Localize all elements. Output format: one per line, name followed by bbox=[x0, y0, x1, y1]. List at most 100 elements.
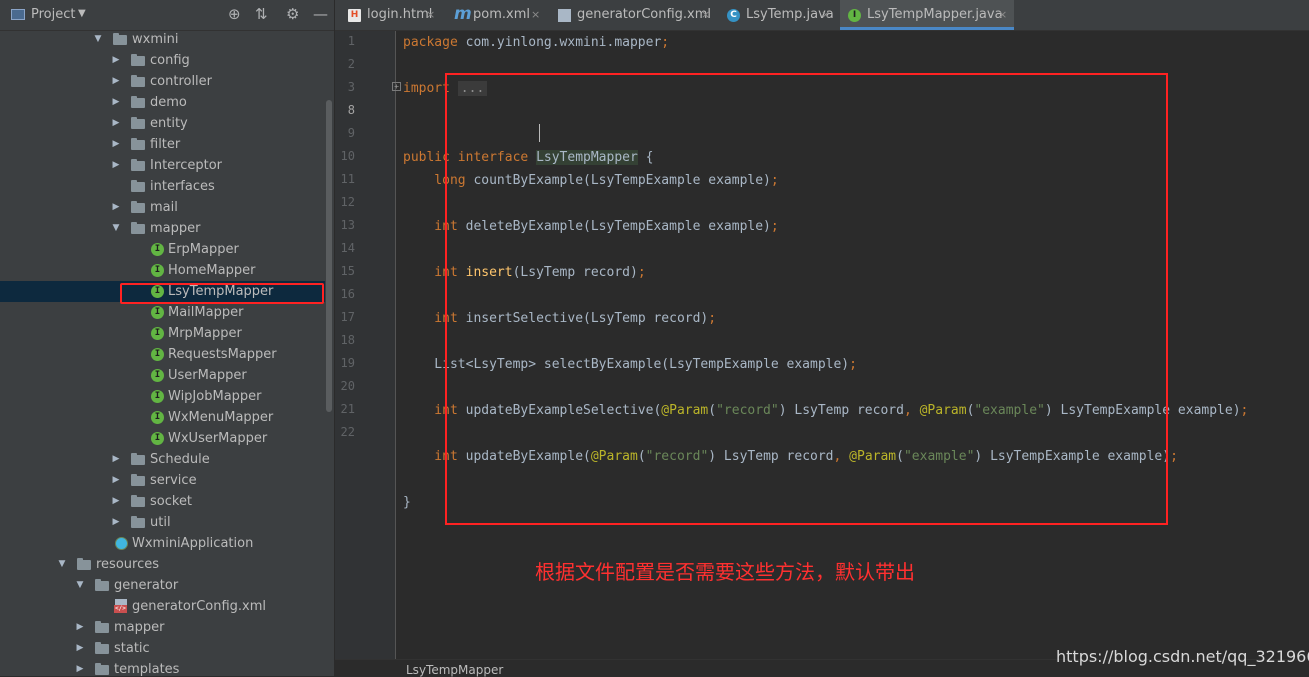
chevron-right-icon[interactable]: ▶ bbox=[111, 197, 121, 218]
folder-icon bbox=[131, 453, 145, 465]
tree-item-entity[interactable]: ▶ entity bbox=[0, 113, 325, 134]
tree-item-demo[interactable]: ▶ demo bbox=[0, 92, 325, 113]
chevron-right-icon[interactable]: ▶ bbox=[111, 71, 121, 92]
line-number: 9 bbox=[347, 126, 355, 140]
tab-generatorconfig-xml[interactable]: generatorConfig.xml × bbox=[550, 0, 717, 30]
chevron-right-icon[interactable]: ▶ bbox=[75, 638, 85, 659]
tree-item-filter[interactable]: ▶ filter bbox=[0, 134, 325, 155]
editor-tab-bar: Hlogin.html × m pom.xml × generatorConfig.xml… bbox=[335, 0, 1309, 31]
close-icon[interactable]: × bbox=[701, 0, 710, 30]
chevron-right-icon[interactable]: ▶ bbox=[111, 449, 121, 470]
tree-item-generatorconfig-xml[interactable]: generatorConfig.xml bbox=[0, 596, 325, 617]
gear-icon[interactable]: ⚙ bbox=[286, 5, 299, 23]
chevron-right-icon[interactable]: ▶ bbox=[75, 659, 85, 676]
tree-item-mailmapper[interactable]: I MailMapper bbox=[0, 302, 325, 323]
tree-item-label: WipJobMapper bbox=[168, 389, 262, 404]
chevron-down-icon[interactable]: ▼ bbox=[93, 29, 103, 50]
code-token: ; bbox=[1170, 449, 1178, 464]
tree-item-label: mail bbox=[150, 200, 178, 215]
tab-pom-xml[interactable]: m pom.xml × bbox=[446, 0, 547, 30]
interface-icon: I bbox=[151, 327, 164, 340]
tree-item-mrpmapper[interactable]: I MrpMapper bbox=[0, 323, 325, 344]
tree-item-static[interactable]: ▶ static bbox=[0, 638, 325, 659]
tree-item-wxminiapplication[interactable]: WxminiApplication bbox=[0, 533, 325, 554]
tree-item-wxmini[interactable]: ▼ wxmini bbox=[0, 29, 325, 50]
code-line[interactable]: package com.yinlong.wxmini.mapper; bbox=[403, 31, 669, 54]
tab-login-html[interactable]: Hlogin.html × bbox=[340, 0, 442, 30]
chevron-right-icon[interactable]: ▶ bbox=[111, 155, 121, 176]
tab-lsytemp-java[interactable]: C LsyTemp.java × bbox=[719, 0, 837, 30]
chevron-down-icon[interactable]: ▼ bbox=[75, 575, 85, 596]
code-token: com.yinlong.wxmini.mapper bbox=[465, 35, 662, 50]
code-line[interactable]: } bbox=[403, 491, 411, 514]
interface-icon: I bbox=[151, 243, 164, 256]
tree-item-requestsmapper[interactable]: I RequestsMapper bbox=[0, 344, 325, 365]
project-panel: Project ▼ ⊕ ⇅ ⚙ — ▼ wxmini ▶ config ▶ control… bbox=[0, 0, 334, 676]
line-number: 3 bbox=[347, 80, 355, 94]
tree-item-mapper[interactable]: ▼ mapper bbox=[0, 218, 325, 239]
project-view-selector[interactable]: Project bbox=[31, 7, 75, 22]
tree-item-usermapper[interactable]: I UserMapper bbox=[0, 365, 325, 386]
tree-item-schedule[interactable]: ▶ Schedule bbox=[0, 449, 325, 470]
close-icon[interactable]: × bbox=[426, 0, 435, 30]
tree-item-label: config bbox=[150, 53, 190, 68]
fold-expand-icon[interactable]: + bbox=[392, 82, 401, 91]
chevron-down-icon[interactable]: ▼ bbox=[111, 218, 121, 239]
tree-item-homemapper[interactable]: I HomeMapper bbox=[0, 260, 325, 281]
tree-item-wipjobmapper[interactable]: I WipJobMapper bbox=[0, 386, 325, 407]
close-icon[interactable]: × bbox=[998, 0, 1007, 30]
locate-icon[interactable]: ⊕ bbox=[228, 5, 241, 23]
code-token: ; bbox=[661, 35, 670, 50]
chevron-right-icon[interactable]: ▶ bbox=[111, 512, 121, 533]
spring-boot-app-icon bbox=[115, 537, 128, 550]
folder-icon bbox=[95, 663, 109, 675]
tree-item-erpmapper[interactable]: I ErpMapper bbox=[0, 239, 325, 260]
xml-file-icon bbox=[558, 9, 571, 22]
tab-label: login.html bbox=[367, 7, 433, 22]
chevron-right-icon[interactable]: ▶ bbox=[111, 134, 121, 155]
folder-icon bbox=[131, 495, 145, 507]
chevron-right-icon[interactable]: ▶ bbox=[111, 50, 121, 71]
tree-item-interfaces[interactable]: interfaces bbox=[0, 176, 325, 197]
tree-item-label: UserMapper bbox=[168, 368, 247, 383]
tree-item-wxusermapper[interactable]: I WxUserMapper bbox=[0, 428, 325, 449]
chevron-right-icon[interactable]: ▶ bbox=[111, 113, 121, 134]
tree-item-interceptor[interactable]: ▶ Interceptor bbox=[0, 155, 325, 176]
tree-item-generator[interactable]: ▼ generator bbox=[0, 575, 325, 596]
tree-item-label: ErpMapper bbox=[168, 242, 239, 257]
chevron-right-icon[interactable]: ▶ bbox=[111, 470, 121, 491]
folder-icon bbox=[131, 474, 145, 486]
tree-item-resources[interactable]: ▼ resources bbox=[0, 554, 325, 575]
chevron-down-icon[interactable]: ▼ bbox=[57, 554, 67, 575]
chevron-right-icon[interactable]: ▶ bbox=[75, 617, 85, 638]
watermark: https://blog.csdn.net/qq_32196629 bbox=[1056, 647, 1309, 666]
folder-icon bbox=[131, 96, 145, 108]
breadcrumb-item[interactable]: LsyTempMapper bbox=[406, 663, 503, 677]
hide-panel-icon[interactable]: — bbox=[313, 5, 328, 23]
tab-lsytempmapper-java[interactable]: I LsyTempMapper.java × bbox=[840, 0, 1014, 30]
line-number: 8 bbox=[347, 103, 355, 117]
chevron-right-icon[interactable]: ▶ bbox=[111, 92, 121, 113]
chevron-right-icon[interactable]: ▶ bbox=[111, 491, 121, 512]
tree-item-socket[interactable]: ▶ socket bbox=[0, 491, 325, 512]
tree-item-config[interactable]: ▶ config bbox=[0, 50, 325, 71]
tree-item-label: socket bbox=[150, 494, 193, 509]
tree-item-label: filter bbox=[150, 137, 181, 152]
folder-icon bbox=[131, 222, 145, 234]
tree-item-label: entity bbox=[150, 116, 188, 131]
tree-item-label: templates bbox=[114, 662, 180, 676]
tree-item-mapper[interactable]: ▶ mapper bbox=[0, 617, 325, 638]
tab-label: generatorConfig.xml bbox=[577, 7, 712, 22]
close-icon[interactable]: × bbox=[531, 0, 540, 30]
tree-item-templates[interactable]: ▶ templates bbox=[0, 659, 325, 676]
tree-item-mail[interactable]: ▶ mail bbox=[0, 197, 325, 218]
tree-item-wxmenumapper[interactable]: I WxMenuMapper bbox=[0, 407, 325, 428]
collapse-all-icon[interactable]: ⇅ bbox=[255, 5, 268, 23]
chevron-down-icon[interactable]: ▼ bbox=[78, 8, 86, 19]
tree-item-util[interactable]: ▶ util bbox=[0, 512, 325, 533]
close-icon[interactable]: × bbox=[821, 0, 830, 30]
tree-item-service[interactable]: ▶ service bbox=[0, 470, 325, 491]
tree-scrollbar[interactable] bbox=[326, 100, 332, 412]
tree-item-controller[interactable]: ▶ controller bbox=[0, 71, 325, 92]
annotation-box-methods bbox=[445, 73, 1168, 525]
